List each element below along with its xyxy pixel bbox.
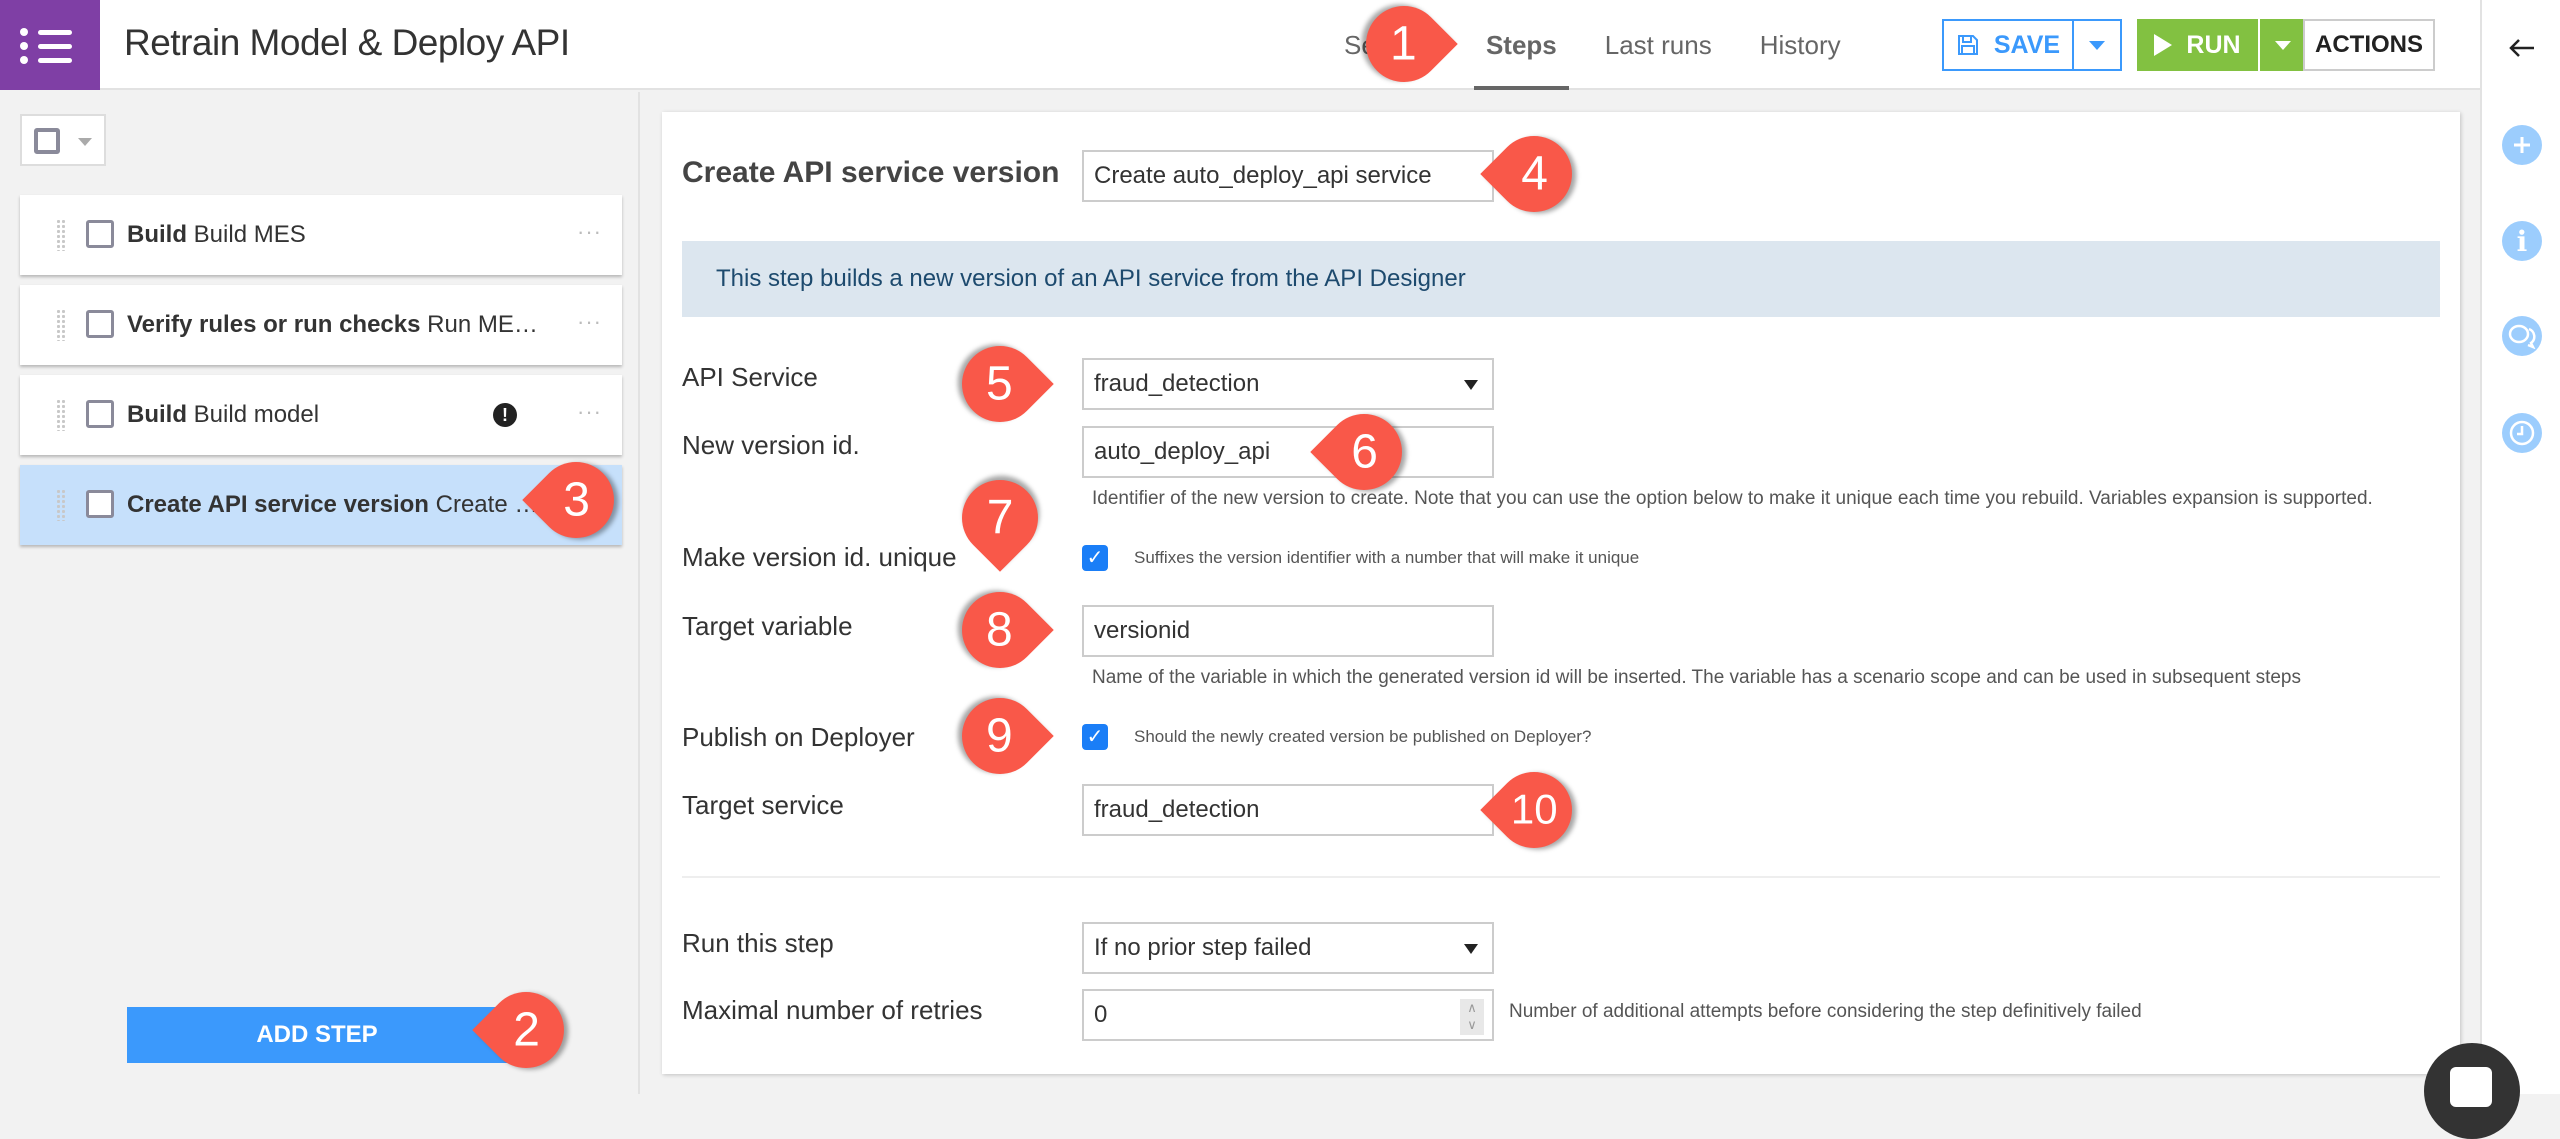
add-icon[interactable] (2502, 125, 2542, 165)
target-variable-input[interactable] (1082, 605, 1494, 657)
discussions-icon[interactable] (2502, 316, 2542, 356)
make-unique-label: Make version id. unique (682, 542, 957, 572)
target-service-input[interactable] (1082, 784, 1494, 836)
drag-handle-icon[interactable] (56, 219, 66, 251)
floppy-disk-icon (1957, 35, 1978, 55)
step-editor-card: Create API service version This step bui… (662, 112, 2460, 1074)
new-version-id-label: New version id. (682, 430, 860, 460)
page-title: Retrain Model & Deploy API (124, 22, 570, 63)
number-spinner[interactable]: ∧ ∨ (1460, 999, 1484, 1035)
api-service-select[interactable]: fraud_detection (1082, 358, 1494, 410)
drag-handle-icon[interactable] (56, 489, 66, 521)
max-retries-help: Number of additional attempts before con… (1509, 1001, 2142, 1022)
run-options-dropdown[interactable] (2260, 19, 2306, 71)
step-item[interactable]: Verify rules or run checks Run ME… ··· (20, 285, 622, 365)
step-label: Verify rules or run checks Run ME… (127, 311, 538, 338)
publish-on-deployer-label: Publish on Deployer (682, 722, 915, 752)
max-retries-value: 0 (1094, 1001, 1108, 1028)
run-button[interactable]: RUN (2137, 19, 2258, 71)
step-label: Build Build MES (127, 221, 306, 248)
chat-widget-button[interactable] (2424, 1043, 2520, 1139)
new-version-id-input[interactable] (1082, 426, 1494, 478)
chevron-down-icon (78, 138, 92, 146)
run-button-group: RUN (2137, 19, 2306, 71)
more-options-icon[interactable]: ··· (577, 219, 602, 245)
more-options-icon[interactable]: ··· (577, 399, 602, 425)
step-type-title: Create API service version (682, 156, 1060, 189)
max-retries-label: Maximal number of retries (682, 995, 983, 1025)
target-service-label: Target service (682, 790, 844, 820)
chevron-down-icon (1464, 380, 1478, 390)
chevron-down-icon (1464, 944, 1478, 954)
add-step-button[interactable]: ADD STEP (127, 1007, 507, 1063)
save-label: SAVE (1993, 30, 2061, 59)
target-variable-help: Name of the variable in which the genera… (1092, 667, 2301, 688)
tab-last-runs[interactable]: Last runs (1581, 0, 1736, 90)
steps-panel: Build Build MES ··· Verify rules or run … (0, 92, 640, 1094)
run-this-step-select[interactable]: If no prior step failed (1082, 922, 1494, 974)
section-divider (682, 876, 2440, 878)
new-version-id-help: Identifier of the new version to create.… (1092, 488, 2373, 509)
run-this-step-value: If no prior step failed (1094, 934, 1312, 961)
step-name-input[interactable] (1082, 150, 1494, 202)
make-unique-help: Suffixes the version identifier with a n… (1134, 548, 1640, 567)
save-button-group: SAVE (1942, 19, 2122, 71)
chevron-down-icon (2089, 40, 2105, 50)
info-icon[interactable]: i (2502, 221, 2542, 261)
actions-button[interactable]: ACTIONS (2303, 19, 2435, 71)
select-all-steps-checkbox[interactable] (20, 114, 106, 166)
back-arrow-icon[interactable] (2504, 30, 2540, 66)
history-clock-icon[interactable] (2502, 413, 2542, 453)
menu-button[interactable] (0, 0, 100, 90)
save-button[interactable]: SAVE (1944, 21, 2074, 69)
step-checkbox[interactable] (86, 310, 114, 338)
publish-on-deployer-help: Should the newly created version be publ… (1134, 727, 1592, 746)
step-checkbox[interactable] (86, 220, 114, 248)
make-unique-checkbox[interactable]: ✓ (1082, 545, 1108, 571)
step-checkbox[interactable] (86, 490, 114, 518)
top-bar: Retrain Model & Deploy API Settings Step… (0, 0, 2480, 90)
step-label: Build Build model (127, 401, 320, 428)
info-banner: This step builds a new version of an API… (682, 241, 2440, 317)
step-checkbox[interactable] (86, 400, 114, 428)
api-service-value: fraud_detection (1094, 370, 1260, 397)
play-icon (2154, 34, 2173, 56)
tab-history[interactable]: History (1736, 0, 1865, 90)
run-label: RUN (2186, 30, 2241, 59)
step-item[interactable]: Build Build model ! ··· (20, 375, 622, 455)
max-retries-input[interactable]: 0 ∧ ∨ (1082, 989, 1494, 1041)
drag-handle-icon[interactable] (56, 399, 66, 431)
chevron-down-icon (2275, 40, 2291, 50)
chat-icon (2450, 1067, 2492, 1107)
target-variable-label: Target variable (682, 611, 853, 641)
checkbox-icon (34, 128, 60, 154)
run-this-step-label: Run this step (682, 928, 834, 958)
api-service-label: API Service (682, 362, 818, 392)
step-label: Create API service version Create … (127, 491, 539, 518)
drag-handle-icon[interactable] (56, 309, 66, 341)
publish-on-deployer-checkbox[interactable]: ✓ (1082, 724, 1108, 750)
save-options-dropdown[interactable] (2074, 21, 2120, 69)
warning-icon: ! (493, 403, 517, 427)
more-options-icon[interactable]: ··· (577, 309, 602, 335)
step-item[interactable]: Build Build MES ··· (20, 195, 622, 275)
tab-steps[interactable]: Steps (1462, 0, 1581, 90)
right-rail: i (2480, 0, 2560, 1094)
